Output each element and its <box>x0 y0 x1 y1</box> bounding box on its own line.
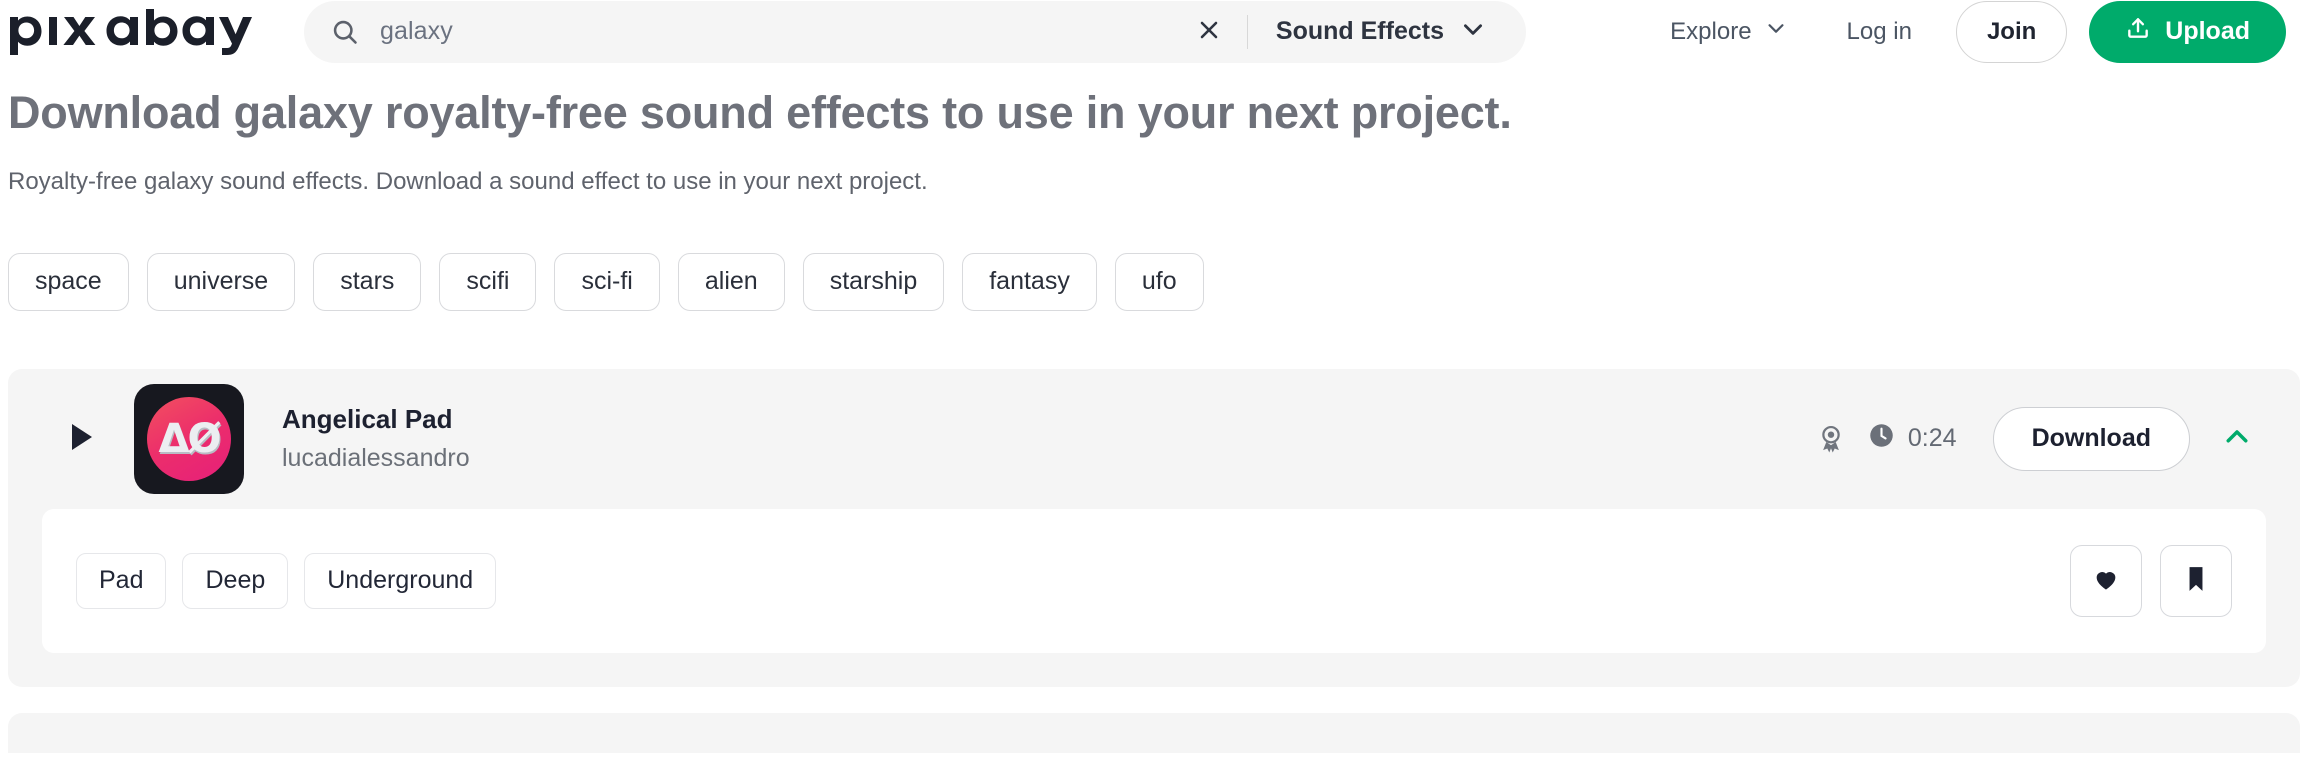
nav-login-label: Log in <box>1846 17 1912 45</box>
track-detail-tags: Pad Deep Underground <box>76 552 497 609</box>
results-list: ΔØ Angelical Pad lucadialessandro 0:24 D… <box>8 368 2300 753</box>
page-title: Download galaxy royalty-free sound effec… <box>8 87 1512 138</box>
site-header: Sound Effects Explore Log in Join <box>0 0 2308 63</box>
search-bar[interactable]: Sound Effects <box>304 0 1526 63</box>
track-cover-art[interactable]: ΔØ <box>134 383 244 494</box>
join-button[interactable]: Join <box>1955 0 2068 63</box>
track-title[interactable]: Angelical Pad <box>282 404 470 435</box>
download-button[interactable]: Download <box>1992 406 2190 471</box>
track-duration: 0:24 <box>1868 422 1957 456</box>
upload-icon <box>2125 15 2151 48</box>
close-icon <box>1197 18 1221 45</box>
cover-glyph: ΔØ <box>158 415 222 462</box>
cover-circle: ΔØ <box>147 396 231 481</box>
search-icon <box>330 17 360 47</box>
track-actions: 0:24 Download <box>1816 406 2266 471</box>
download-label: Download <box>2031 424 2151 453</box>
bookmark-button[interactable] <box>2160 544 2232 617</box>
tag-pill[interactable]: sci-fi <box>554 252 660 311</box>
tag-pill[interactable]: scifi <box>439 252 537 311</box>
chevron-down-icon <box>1460 16 1486 47</box>
track-detail-panel: Pad Deep Underground <box>42 508 2266 653</box>
nav-login[interactable]: Log in <box>1817 18 1942 46</box>
track-meta: Angelical Pad lucadialessandro <box>282 404 470 473</box>
track-card: ΔØ Angelical Pad lucadialessandro 0:24 D… <box>8 368 2300 687</box>
track-row: ΔØ Angelical Pad lucadialessandro 0:24 D… <box>8 369 2300 509</box>
upload-label: Upload <box>2165 17 2250 45</box>
award-ribbon-icon <box>1816 423 1846 455</box>
tag-pill[interactable]: universe <box>146 252 296 311</box>
bookmark-icon <box>2183 565 2209 596</box>
media-type-dropdown[interactable]: Sound Effects <box>1266 16 1520 47</box>
clear-search-button[interactable] <box>1183 6 1235 58</box>
play-icon <box>69 422 95 455</box>
page-subtitle: Royalty-free galaxy sound effects. Downl… <box>8 168 928 196</box>
related-tags: space universe stars scifi sci-fi alien … <box>8 252 2300 311</box>
detail-tag[interactable]: Pad <box>76 552 167 609</box>
detail-tag[interactable]: Underground <box>304 552 497 609</box>
search-input[interactable] <box>380 0 1183 63</box>
heart-icon <box>2092 565 2120 596</box>
track-artist[interactable]: lucadialessandro <box>282 444 470 473</box>
tag-pill[interactable]: starship <box>802 252 945 311</box>
next-track-card[interactable] <box>8 712 2300 753</box>
chevron-down-icon <box>1765 17 1787 46</box>
search-divider <box>1246 14 1248 49</box>
detail-tag[interactable]: Deep <box>182 552 289 609</box>
header-nav: Explore Log in Join Upload <box>1640 0 2286 63</box>
collapse-track-button[interactable] <box>2208 410 2266 468</box>
pixabay-logo[interactable] <box>8 0 266 63</box>
clock-icon <box>1868 422 1895 456</box>
nav-explore-label: Explore <box>1670 17 1752 45</box>
join-label: Join <box>1986 17 2037 45</box>
track-detail-actions <box>2070 544 2232 617</box>
media-type-label: Sound Effects <box>1275 17 1444 45</box>
upload-button[interactable]: Upload <box>2089 0 2286 63</box>
nav-explore[interactable]: Explore <box>1640 17 1816 46</box>
like-button[interactable] <box>2070 544 2142 617</box>
duration-label: 0:24 <box>1907 424 1957 453</box>
tag-pill[interactable]: stars <box>313 252 422 311</box>
tag-pill[interactable]: alien <box>677 252 785 311</box>
tag-pill[interactable]: fantasy <box>962 252 1097 311</box>
page-body: Download galaxy royalty-free sound effec… <box>0 85 2308 753</box>
chevron-up-icon <box>2222 422 2252 455</box>
tag-pill[interactable]: ufo <box>1114 252 1204 311</box>
play-button[interactable] <box>60 417 104 461</box>
tag-pill[interactable]: space <box>8 252 129 311</box>
